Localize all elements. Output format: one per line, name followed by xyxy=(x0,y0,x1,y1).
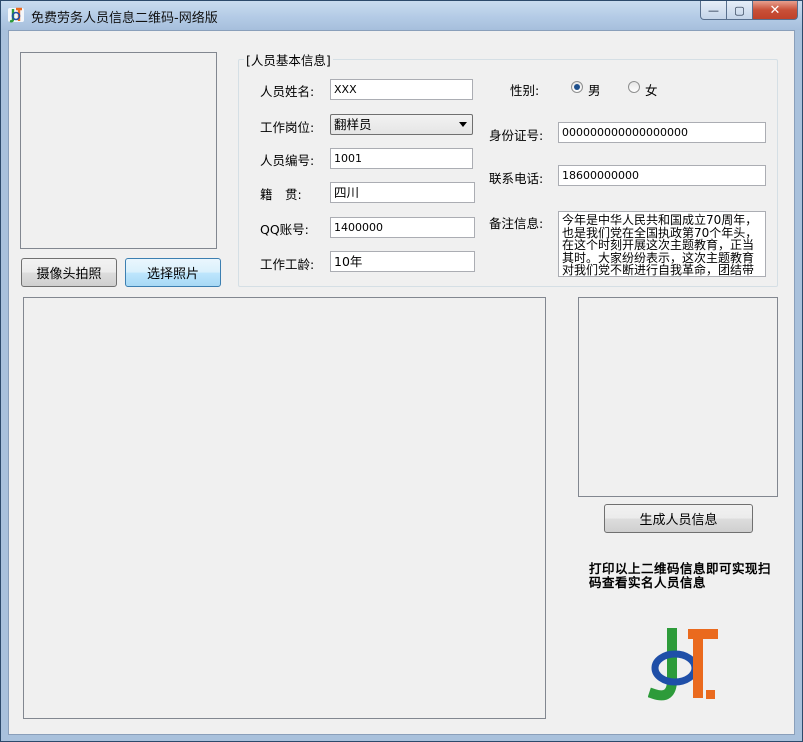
seniority-input[interactable]: 10年 xyxy=(330,251,475,272)
basic-info-group-title: [人员基本信息] xyxy=(244,50,333,69)
minimize-button[interactable]: — xyxy=(700,1,727,20)
app-logo-icon xyxy=(8,7,24,23)
window-controls: — ▢ ✕ xyxy=(700,1,798,21)
name-input[interactable]: XXX xyxy=(330,79,473,100)
select-photo-label: 选择照片 xyxy=(146,267,199,282)
generate-info-label: 生成人员信息 xyxy=(639,513,718,528)
maximize-icon: ▢ xyxy=(734,3,745,17)
gender-female-label[interactable]: 女 xyxy=(645,80,658,99)
native-place-input[interactable]: 四川 xyxy=(330,182,475,203)
position-select-value: 翻样员 xyxy=(334,117,372,132)
person-photo-preview xyxy=(578,297,778,497)
qq-input[interactable]: 1400000 xyxy=(330,217,475,238)
qr-code-display xyxy=(23,297,546,719)
camera-capture-label: 摄像头拍照 xyxy=(36,267,102,282)
gender-female-radio[interactable] xyxy=(628,81,640,93)
maximize-button[interactable]: ▢ xyxy=(727,1,753,20)
number-input[interactable]: 1001 xyxy=(330,148,473,169)
id-number-input[interactable]: 000000000000000000 xyxy=(558,122,766,143)
chevron-down-icon xyxy=(459,122,467,127)
close-icon: ✕ xyxy=(769,2,781,18)
id-number-label: 身份证号: xyxy=(489,128,544,143)
gender-label: 性别: xyxy=(510,83,540,98)
generate-info-button[interactable]: 生成人员信息 xyxy=(604,504,753,533)
window-title: 免费劳务人员信息二维码-网络版 xyxy=(31,11,218,26)
position-select[interactable]: 翻样员 xyxy=(330,114,473,135)
seniority-label: 工作工龄: xyxy=(260,257,315,272)
name-label: 人员姓名: xyxy=(260,84,315,99)
select-photo-button[interactable]: 选择照片 xyxy=(125,258,221,287)
jf-logo-icon xyxy=(648,628,718,701)
gender-male-radio[interactable] xyxy=(571,81,583,93)
person-photo xyxy=(20,52,217,249)
minimize-icon: — xyxy=(708,3,719,17)
phone-label: 联系电话: xyxy=(489,171,544,186)
position-label: 工作岗位: xyxy=(260,120,315,135)
native-place-label: 籍 贯: xyxy=(260,187,302,202)
close-button[interactable]: ✕ xyxy=(753,1,798,20)
number-label: 人员编号: xyxy=(260,153,315,168)
gender-male-label[interactable]: 男 xyxy=(588,80,601,99)
remark-label: 备注信息: xyxy=(489,216,544,231)
phone-input[interactable]: 18600000000 xyxy=(558,165,766,186)
print-hint-text: 打印以上二维码信息即可实现扫码查看实名人员信息 xyxy=(589,561,772,590)
qq-label: QQ账号: xyxy=(260,222,309,237)
remark-textarea[interactable]: 今年是中华人民共和国成立70周年，也是我们党在全国执政第70个年头，在这个时刻开… xyxy=(558,211,766,277)
title-bar[interactable]: 免费劳务人员信息二维码-网络版 — ▢ ✕ xyxy=(1,1,802,30)
camera-capture-button[interactable]: 摄像头拍照 xyxy=(21,258,117,287)
